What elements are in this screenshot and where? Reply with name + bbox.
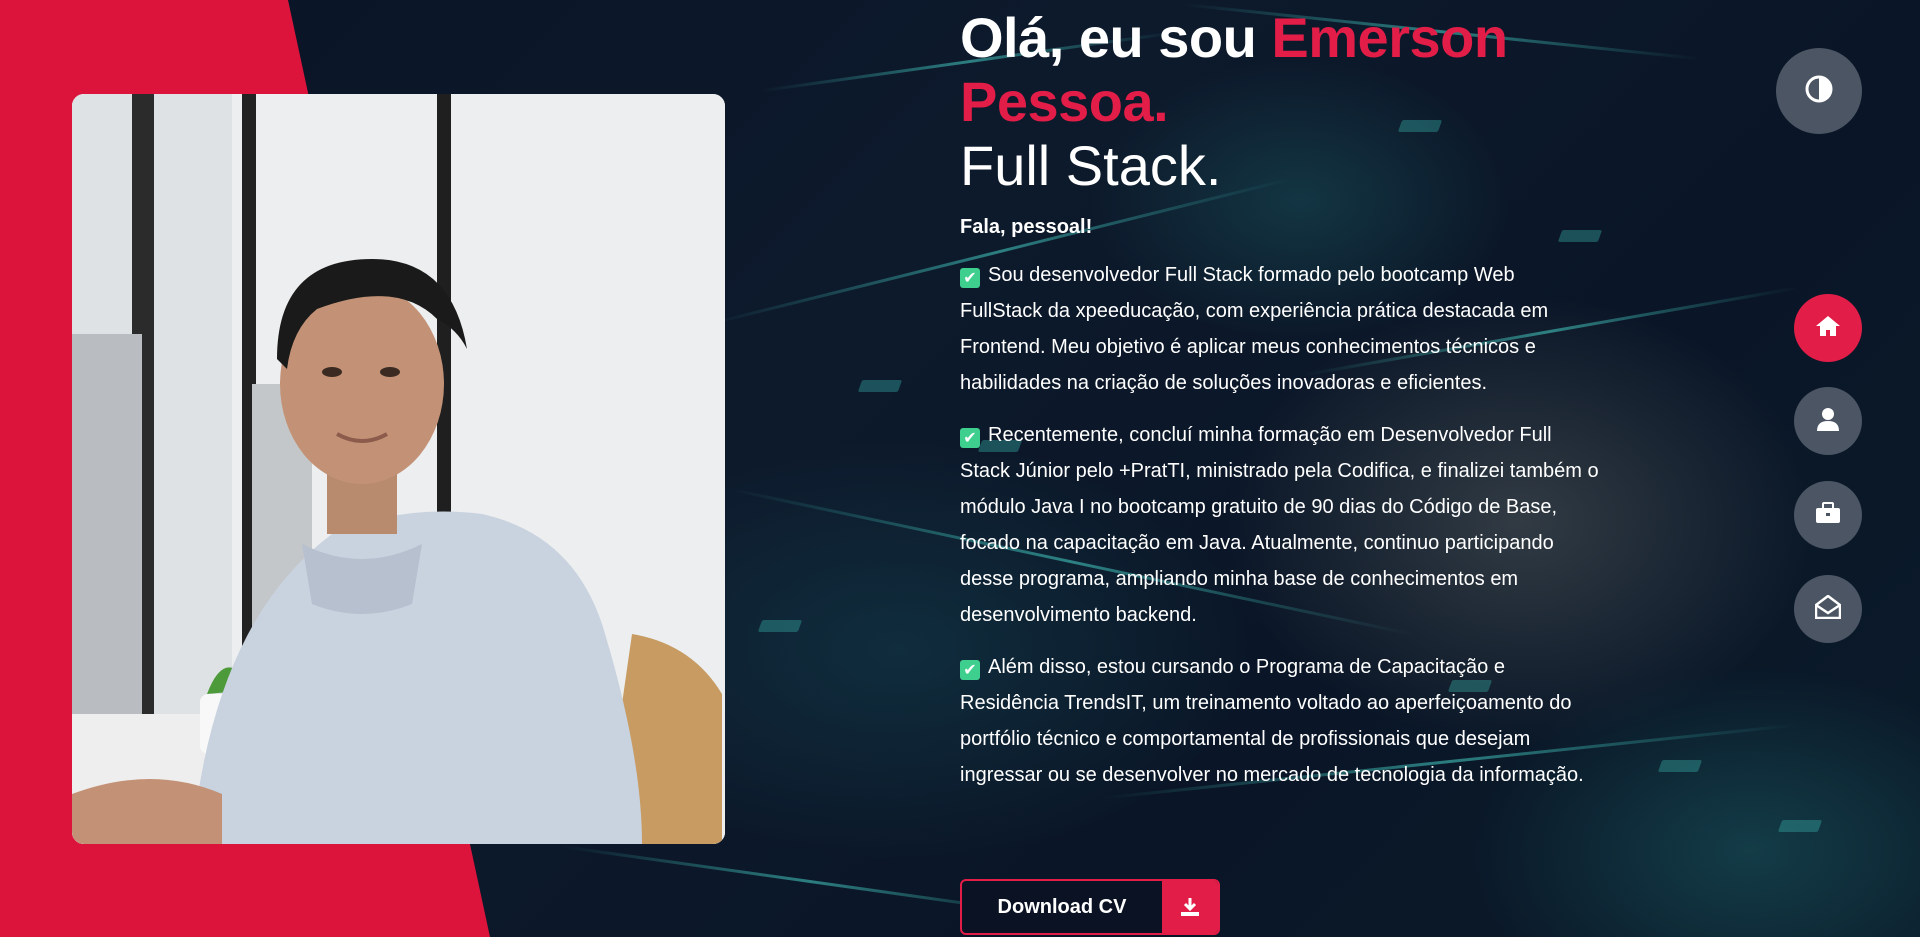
check-box-icon: ✔	[960, 660, 980, 680]
nav-about-button[interactable]	[1794, 387, 1862, 455]
greeting: Fala, pessoal!	[960, 216, 1093, 238]
hero-content: Olá, eu sou Emerson Pessoa. Full Stack. …	[960, 0, 1600, 809]
check-box-icon: ✔	[960, 268, 980, 288]
intro-paragraph-text: Recentemente, concluí minha formação em …	[960, 424, 1599, 626]
intro-paragraph-text: Sou desenvolvedor Full Stack formado pel…	[960, 264, 1549, 394]
intro-paragraph-text: Além disso, estou cursando o Programa de…	[960, 656, 1584, 786]
intro-paragraph: ✔ Sou desenvolvedor Full Stack formado pe…	[960, 257, 1600, 401]
half-circle-contrast-icon	[1804, 74, 1834, 108]
theme-toggle-button[interactable]	[1776, 48, 1862, 134]
nav-home-button[interactable]	[1794, 294, 1862, 362]
hero-subtitle: Full Stack.	[960, 134, 1222, 197]
intro-paragraph: ✔ Além disso, estou cursando o Programa d…	[960, 649, 1600, 793]
hero-title: Olá, eu sou Emerson Pessoa.	[960, 6, 1600, 134]
check-box-icon: ✔	[960, 428, 980, 448]
intro-paragraph: ✔ Recentemente, concluí minha formação em…	[960, 417, 1600, 633]
envelope-open-icon	[1814, 594, 1842, 623]
user-icon	[1817, 407, 1839, 435]
nav-contact-button[interactable]	[1794, 575, 1862, 643]
home-icon	[1815, 314, 1841, 342]
profile-photo	[72, 94, 725, 844]
download-cv-label: Download CV	[997, 895, 1127, 918]
title-prefix: Olá, eu sou	[960, 6, 1272, 69]
download-cv-button[interactable]: Download CV	[960, 879, 1220, 935]
nav-portfolio-button[interactable]	[1794, 481, 1862, 549]
briefcase-icon	[1815, 502, 1841, 528]
download-icon	[1162, 881, 1218, 933]
